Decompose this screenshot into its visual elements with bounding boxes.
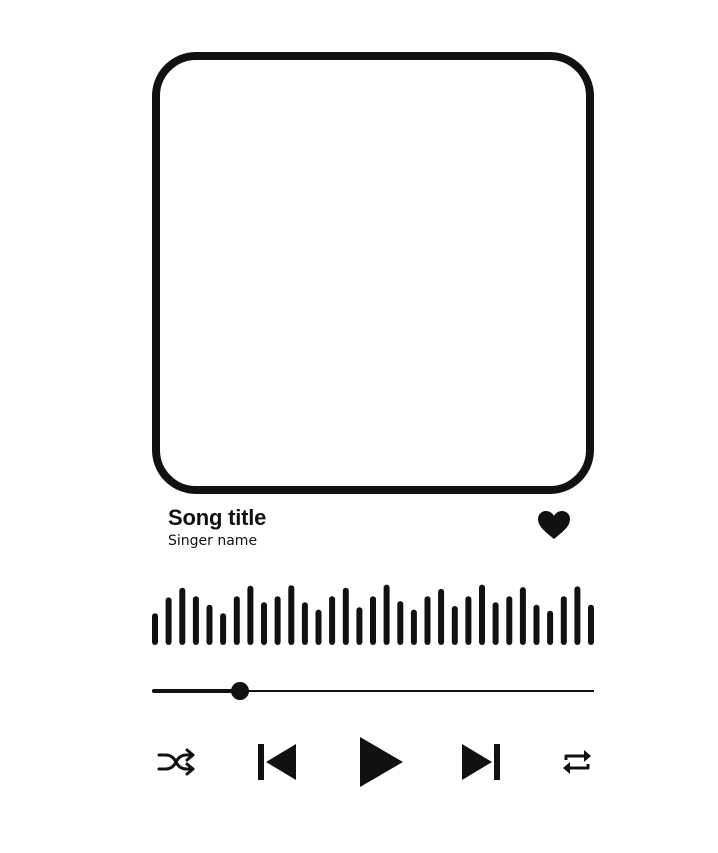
waveform-bar [410, 609, 417, 645]
waveform-bar [560, 596, 567, 645]
waveform-bar [424, 596, 431, 645]
waveform-bar [165, 597, 172, 645]
previous-button[interactable] [256, 742, 298, 782]
track-info: Song title Singer name [168, 505, 266, 550]
waveform-bar [342, 587, 349, 645]
waveform-bar [315, 609, 322, 645]
waveform-bar [574, 586, 581, 645]
waveform-bar [370, 596, 376, 645]
waveform-bar [247, 585, 254, 645]
shuffle-icon [157, 748, 195, 776]
next-button[interactable] [460, 742, 502, 782]
waveform-bar [465, 596, 472, 645]
waveform-bar [588, 604, 594, 645]
skip-previous-icon [258, 744, 296, 780]
waveform-bar [506, 596, 513, 645]
play-icon [360, 737, 403, 787]
waveform-bar [533, 604, 540, 645]
progress-thumb[interactable] [231, 682, 250, 700]
waveform-bar [519, 587, 526, 645]
waveform-bar [179, 587, 186, 645]
waveform-bar [356, 607, 363, 645]
waveform-bar [479, 584, 485, 645]
singer-name: Singer name [168, 533, 258, 549]
waveform-bar [438, 588, 445, 645]
waveform-bar [288, 585, 295, 645]
waveform-bar [329, 596, 336, 645]
play-button[interactable] [357, 735, 405, 789]
waveform-bar [397, 601, 404, 645]
waveform-bar [274, 596, 281, 645]
waveform-bar [547, 610, 554, 645]
waveform-bar [301, 602, 308, 645]
skip-next-icon [462, 744, 500, 780]
waveform-bar [492, 602, 499, 645]
waveform-bar [206, 604, 213, 645]
repeat-icon [563, 750, 591, 774]
album-artwork [152, 52, 594, 494]
playback-controls [152, 732, 594, 792]
waveform-bar [451, 606, 458, 645]
progress-fill [152, 689, 241, 693]
waveform-bar [220, 613, 227, 645]
waveform-bar [261, 602, 267, 645]
progress-slider[interactable] [152, 677, 594, 705]
waveform-bar [192, 596, 199, 645]
song-title: Song title [168, 505, 267, 530]
waveform-bar [152, 613, 158, 645]
waveform-bar [233, 596, 240, 645]
waveform-bar [383, 584, 390, 645]
heart-icon [538, 511, 570, 539]
repeat-button[interactable] [560, 747, 594, 777]
favorite-button[interactable] [536, 509, 572, 541]
shuffle-button[interactable] [156, 747, 196, 777]
audio-waveform [152, 580, 594, 645]
